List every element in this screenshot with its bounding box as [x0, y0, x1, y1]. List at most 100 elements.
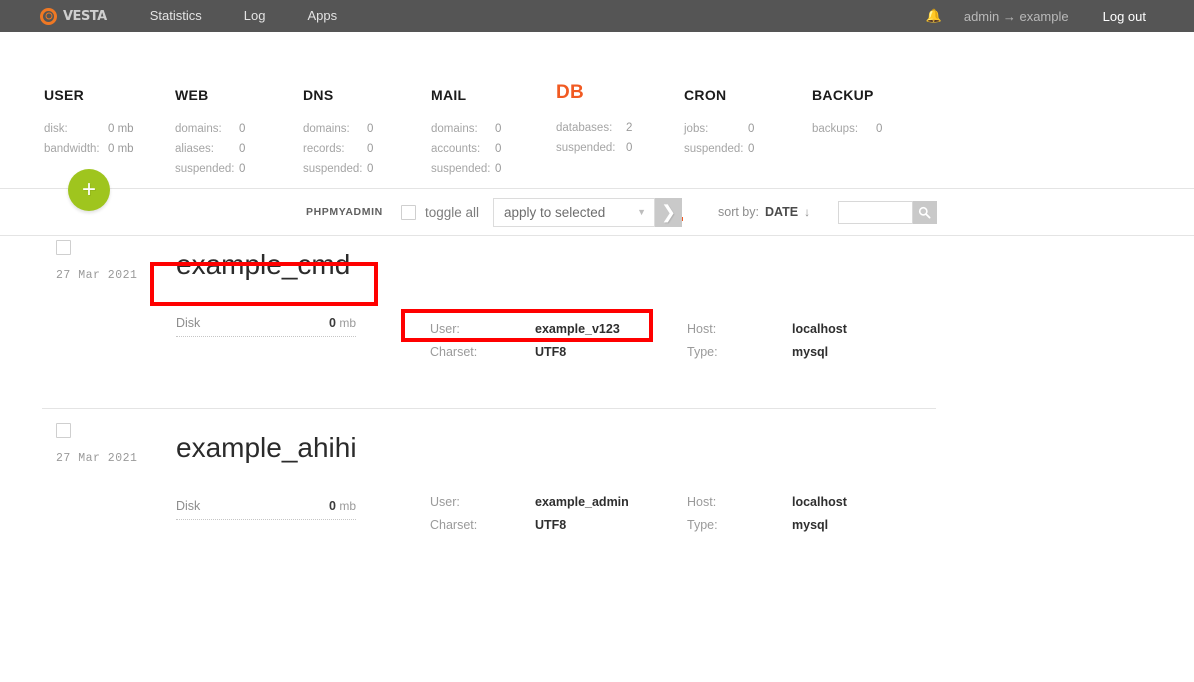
disk-value: 0 mb: [329, 499, 356, 513]
disk-value: 0 mb: [329, 316, 356, 330]
stat-value: 0: [239, 163, 246, 175]
apply-to-selected-value: apply to selected: [504, 204, 606, 220]
bulk-action-control: apply to selected ▼ ❯: [493, 197, 682, 227]
stat-key: jobs:: [684, 123, 709, 135]
stat-title-db: DB: [556, 82, 585, 103]
arrow-down-icon[interactable]: ↓: [804, 205, 810, 219]
stat-value: 0: [367, 163, 374, 175]
vesta-logo[interactable]: VESTA: [40, 7, 107, 25]
host-value: localhost: [792, 322, 847, 336]
database-name-link[interactable]: example_ahihi: [176, 432, 357, 464]
apply-go-button[interactable]: ❯: [655, 197, 682, 227]
stat-column-db[interactable]: DB databases: 2 suspended: 0: [556, 82, 632, 158]
stat-row: suspended: 0: [556, 138, 632, 158]
search-button[interactable]: [913, 200, 937, 224]
host-label: Host:: [687, 322, 717, 336]
nav-item-apps[interactable]: Apps: [307, 0, 337, 32]
list-toolbar: + PHPMYADMIN toggle all apply to selecte…: [0, 169, 1194, 236]
charset-label: Charset:: [430, 345, 478, 359]
stat-column-dns[interactable]: DNS domains: 0 records: 0 suspended: 0: [303, 87, 373, 179]
row-date: 27 Mar 2021: [56, 452, 138, 465]
user-label: User:: [430, 322, 460, 336]
search-icon: [918, 206, 931, 219]
stat-key: domains:: [175, 123, 222, 135]
stat-column-web[interactable]: WEB domains: 0 aliases: 0 suspended: 0: [175, 87, 245, 179]
row-type: Type: mysql: [687, 518, 828, 532]
charset-value: UTF8: [535, 518, 567, 532]
sort-by-value[interactable]: DATE: [765, 205, 798, 219]
host-label: Host:: [687, 495, 717, 509]
stat-column-mail[interactable]: MAIL domains: 0 accounts: 0 suspended: 0: [431, 87, 501, 179]
stat-key: suspended:: [556, 142, 616, 154]
row-charset: Charset: UTF8: [430, 518, 566, 532]
stat-value: 0: [239, 123, 246, 135]
charset-label: Charset:: [430, 518, 478, 532]
toggle-all-label: toggle all: [425, 204, 480, 220]
stat-row: domains: 0: [431, 119, 501, 139]
stat-value: 2: [626, 122, 633, 134]
vesta-logo-text: VESTA: [63, 8, 107, 24]
row-user: User: example_admin: [430, 495, 629, 509]
user-value: example_admin: [535, 495, 629, 509]
stat-key: suspended:: [303, 163, 363, 175]
nav-item-statistics[interactable]: Statistics: [150, 0, 202, 32]
apply-to-selected-select[interactable]: apply to selected ▼: [493, 197, 655, 227]
stat-title-backup: BACKUP: [812, 87, 874, 103]
stat-row: bandwidth: 0 mb: [44, 139, 134, 159]
stat-row: disk: 0 mb: [44, 119, 134, 139]
top-navigation-bar: VESTA Statistics Log Apps 🔔 admin → exam…: [0, 0, 1194, 32]
add-database-button[interactable]: +: [68, 169, 110, 211]
stat-column-cron[interactable]: CRON jobs: 0 suspended: 0: [684, 87, 754, 159]
stat-value: 0 mb: [108, 123, 134, 135]
stat-title-mail: MAIL: [431, 87, 467, 103]
stat-key: backups:: [812, 123, 859, 135]
user-context-path[interactable]: admin → example: [964, 9, 1069, 24]
stat-title-cron: CRON: [684, 87, 727, 103]
table-row: 27 Mar 2021 example_ahihi Disk 0 mb User…: [42, 408, 936, 569]
row-user: User: example_v123: [430, 322, 620, 336]
stat-row: jobs: 0: [684, 119, 754, 139]
stat-row: records: 0: [303, 139, 373, 159]
type-value: mysql: [792, 345, 829, 359]
stats-panel: USER disk: 0 mb bandwidth: 0 mb WEB domain…: [0, 32, 1194, 221]
stat-value: 0: [239, 143, 246, 155]
stat-row: domains: 0: [175, 119, 245, 139]
stat-row: accounts: 0: [431, 139, 501, 159]
stat-title-web: WEB: [175, 87, 209, 103]
stat-key: aliases:: [175, 143, 214, 155]
stat-column-user[interactable]: USER disk: 0 mb bandwidth: 0 mb: [44, 87, 134, 159]
chevron-right-icon: ❯: [660, 202, 677, 222]
stat-column-backup[interactable]: BACKUP backups: 0: [812, 87, 882, 139]
chevron-down-icon: ▼: [637, 206, 646, 217]
database-name-link[interactable]: example_cmd: [176, 249, 350, 281]
stat-row: suspended: 0: [684, 139, 754, 159]
disk-label: Disk: [176, 316, 201, 330]
vesta-ring-icon: [40, 7, 57, 25]
bell-icon[interactable]: 🔔: [926, 8, 942, 24]
stat-key: disk:: [44, 123, 68, 135]
stat-row: backups: 0: [812, 119, 882, 139]
stat-value: 0 mb: [108, 143, 134, 155]
phpmyadmin-link[interactable]: PHPMYADMIN: [306, 206, 383, 218]
logout-button[interactable]: Log out: [1103, 9, 1146, 24]
stat-row: suspended: 0: [175, 159, 245, 179]
nav-item-log[interactable]: Log: [244, 0, 266, 32]
search-control: [838, 200, 937, 224]
user-value: example_v123: [535, 322, 620, 336]
charset-value: UTF8: [535, 345, 567, 359]
type-label: Type:: [687, 518, 718, 532]
stat-value: 0: [626, 142, 633, 154]
row-select-checkbox[interactable]: [56, 423, 71, 438]
toggle-all-control[interactable]: toggle all: [401, 204, 480, 220]
stat-key: records:: [303, 143, 345, 155]
stat-value: 0: [367, 123, 374, 135]
toggle-all-checkbox[interactable]: [401, 204, 416, 220]
search-input[interactable]: [838, 200, 913, 224]
row-host: Host: localhost: [687, 322, 847, 336]
stat-row: suspended: 0: [303, 159, 373, 179]
row-select-checkbox[interactable]: [56, 240, 71, 255]
stat-row: suspended: 0: [431, 159, 501, 179]
stat-value: 0: [495, 123, 502, 135]
row-host: Host: localhost: [687, 495, 847, 509]
stat-row: databases: 2: [556, 118, 632, 138]
